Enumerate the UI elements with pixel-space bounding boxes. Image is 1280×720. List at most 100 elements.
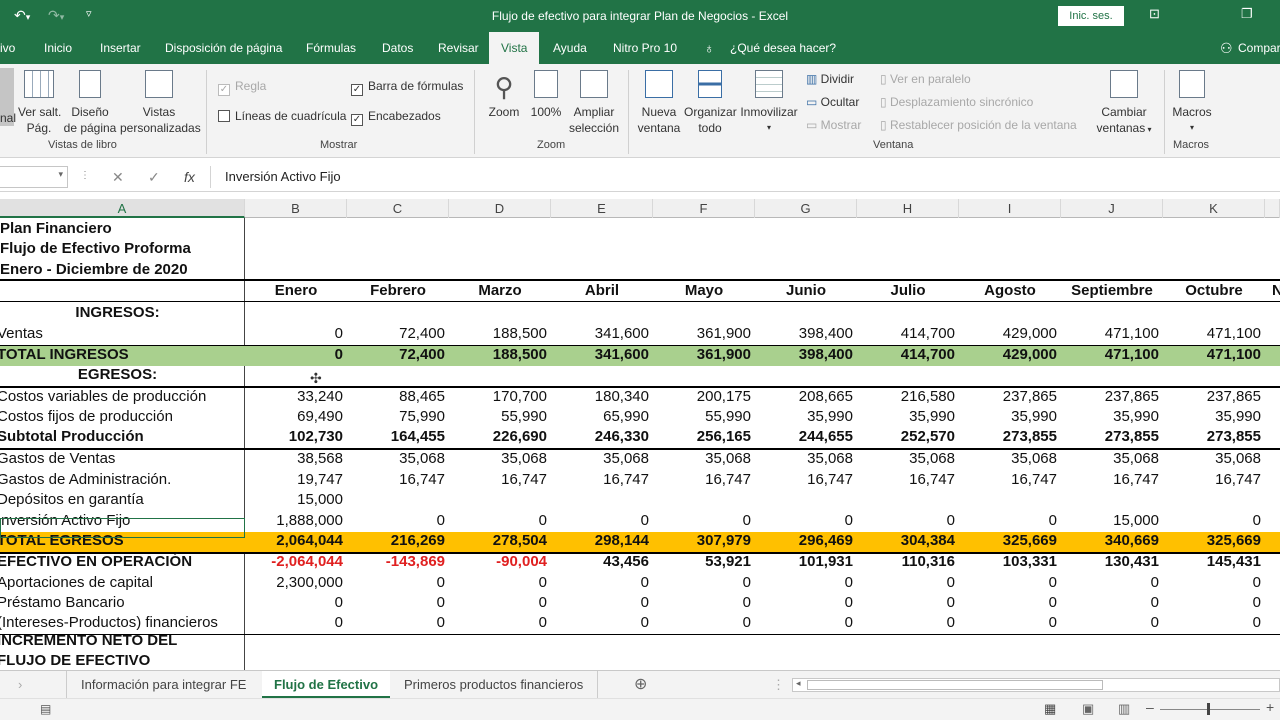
value-cell[interactable]: 471,100 — [1163, 325, 1261, 342]
name-box-dropdown-icon[interactable]: ▾ — [58, 169, 63, 180]
value-cell[interactable]: 0 — [449, 574, 547, 591]
column-header-h[interactable]: H — [857, 199, 959, 218]
scroll-left-icon[interactable]: ◂ — [796, 678, 801, 689]
row-label[interactable]: Gastos de Administración. — [0, 471, 171, 488]
value-cell[interactable]: 414,700 — [857, 325, 955, 342]
value-cell[interactable]: 471,100 — [1163, 346, 1261, 363]
value-cell[interactable]: 0 — [1163, 574, 1261, 591]
month-header[interactable]: Octubre — [1163, 282, 1265, 299]
page-layout-status-icon[interactable]: ▣ — [1082, 701, 1094, 717]
reset-position-button[interactable]: ▯ Restablecer posición de la ventana — [880, 117, 1077, 133]
month-header[interactable]: Agosto — [959, 282, 1061, 299]
value-cell[interactable]: 244,655 — [755, 428, 853, 445]
value-cell[interactable]: 33,240 — [245, 388, 343, 405]
tab-disposicion[interactable]: Disposición de página — [165, 32, 282, 64]
value-cell[interactable]: 0 — [1061, 574, 1159, 591]
value-cell[interactable]: 252,570 — [857, 428, 955, 445]
value-cell[interactable]: 15,000 — [245, 491, 343, 508]
value-cell[interactable]: 101,931 — [755, 553, 853, 570]
value-cell[interactable]: 0 — [857, 614, 955, 631]
column-header-a[interactable]: A — [0, 199, 245, 218]
tab-formulas[interactable]: Fórmulas — [306, 32, 356, 64]
zoom-slider[interactable] — [1160, 709, 1260, 710]
value-cell[interactable]: 0 — [857, 512, 955, 529]
headings-checkbox[interactable]: ✓ Encabezados — [351, 108, 441, 126]
insert-function-icon[interactable]: fx — [184, 169, 195, 185]
value-cell[interactable]: 0 — [551, 574, 649, 591]
value-cell[interactable]: 35,068 — [347, 450, 445, 467]
value-cell[interactable]: 102,730 — [245, 428, 343, 445]
value-cell[interactable]: 273,855 — [1061, 428, 1159, 445]
side-by-side-button[interactable]: ▯ Ver en paralelo — [880, 71, 971, 87]
value-cell[interactable]: 16,747 — [653, 471, 751, 488]
tab-revisar[interactable]: Revisar — [438, 32, 479, 64]
value-cell[interactable]: 72,400 — [347, 325, 445, 342]
value-cell[interactable]: 361,900 — [653, 346, 751, 363]
add-sheet-icon[interactable]: ⊕ — [634, 671, 647, 698]
value-cell[interactable]: 16,747 — [1061, 471, 1159, 488]
value-cell[interactable]: 0 — [1061, 614, 1159, 631]
value-cell[interactable]: 19,747 — [245, 471, 343, 488]
row-label[interactable]: Depósitos en garantía — [0, 491, 144, 508]
value-cell[interactable]: -143,869 — [347, 553, 445, 570]
value-cell[interactable]: 216,269 — [347, 532, 445, 549]
value-cell[interactable]: 35,990 — [1061, 408, 1159, 425]
value-cell[interactable]: 237,865 — [959, 388, 1057, 405]
value-cell[interactable]: 43,456 — [551, 553, 649, 570]
value-cell[interactable]: 0 — [1163, 594, 1261, 611]
value-cell[interactable]: 0 — [347, 614, 445, 631]
value-cell[interactable]: 0 — [449, 594, 547, 611]
value-cell[interactable]: 398,400 — [755, 346, 853, 363]
header-plan-financiero[interactable]: Plan Financiero — [0, 220, 112, 237]
row-label[interactable]: Subtotal Producción — [0, 428, 144, 445]
value-cell[interactable]: 1,888,000 — [245, 512, 343, 529]
value-cell[interactable]: 200,175 — [653, 388, 751, 405]
zoom-out-icon[interactable]: – — [1146, 699, 1154, 715]
value-cell[interactable]: 38,568 — [245, 450, 343, 467]
value-cell[interactable]: 0 — [653, 594, 751, 611]
value-cell[interactable]: 130,431 — [1061, 553, 1159, 570]
column-header-k[interactable]: K — [1163, 199, 1265, 218]
row-label[interactable]: Ventas — [0, 325, 43, 342]
value-cell[interactable]: 208,665 — [755, 388, 853, 405]
column-header-c[interactable]: C — [347, 199, 449, 218]
value-cell[interactable]: 0 — [959, 614, 1057, 631]
row-label[interactable]: INGRESOS: — [0, 304, 235, 321]
month-header[interactable]: Marzo — [449, 282, 551, 299]
value-cell[interactable]: -2,064,044 — [245, 553, 343, 570]
value-cell[interactable]: 325,669 — [959, 532, 1057, 549]
column-header-g[interactable]: G — [755, 199, 857, 218]
value-cell[interactable]: 0 — [959, 594, 1057, 611]
value-cell[interactable]: 35,068 — [551, 450, 649, 467]
value-cell[interactable]: 170,700 — [449, 388, 547, 405]
value-cell[interactable]: 0 — [245, 594, 343, 611]
value-cell[interactable]: 65,990 — [551, 408, 649, 425]
row-label[interactable]: Préstamo Bancario — [0, 594, 125, 611]
formula-bar-checkbox[interactable]: ✓ Barra de fórmulas — [351, 78, 463, 96]
value-cell[interactable]: 0 — [857, 574, 955, 591]
value-cell[interactable]: 0 — [857, 594, 955, 611]
value-cell[interactable]: 35,990 — [857, 408, 955, 425]
value-cell[interactable]: 471,100 — [1061, 346, 1159, 363]
freeze-panes-button[interactable]: Inmovilizar ▾ — [740, 70, 798, 136]
value-cell[interactable]: 2,300,000 — [245, 574, 343, 591]
value-cell[interactable]: 0 — [755, 512, 853, 529]
value-cell[interactable]: 0 — [551, 512, 649, 529]
tab-insertar[interactable]: Insertar — [100, 32, 141, 64]
value-cell[interactable]: 325,669 — [1163, 532, 1261, 549]
share-button[interactable]: Compar — [1238, 32, 1280, 64]
value-cell[interactable]: 145,431 — [1163, 553, 1261, 570]
macro-record-icon[interactable]: ▤ — [40, 702, 51, 716]
value-cell[interactable]: 16,747 — [551, 471, 649, 488]
zoom-button[interactable]: ⚲ Zoom — [484, 70, 524, 120]
page-break-view-button[interactable]: Ver salt. Pág. — [18, 70, 61, 136]
value-cell[interactable]: 0 — [755, 594, 853, 611]
value-cell[interactable]: 298,144 — [551, 532, 649, 549]
sync-scroll-button[interactable]: ▯ Desplazamiento sincrónico — [880, 94, 1033, 110]
value-cell[interactable]: 0 — [245, 614, 343, 631]
value-cell[interactable]: 16,747 — [347, 471, 445, 488]
value-cell[interactable]: 16,747 — [959, 471, 1057, 488]
value-cell[interactable]: 35,068 — [755, 450, 853, 467]
sheet-tab-informacion[interactable]: Información para integrar FE — [66, 671, 260, 698]
value-cell[interactable]: 0 — [1163, 512, 1261, 529]
